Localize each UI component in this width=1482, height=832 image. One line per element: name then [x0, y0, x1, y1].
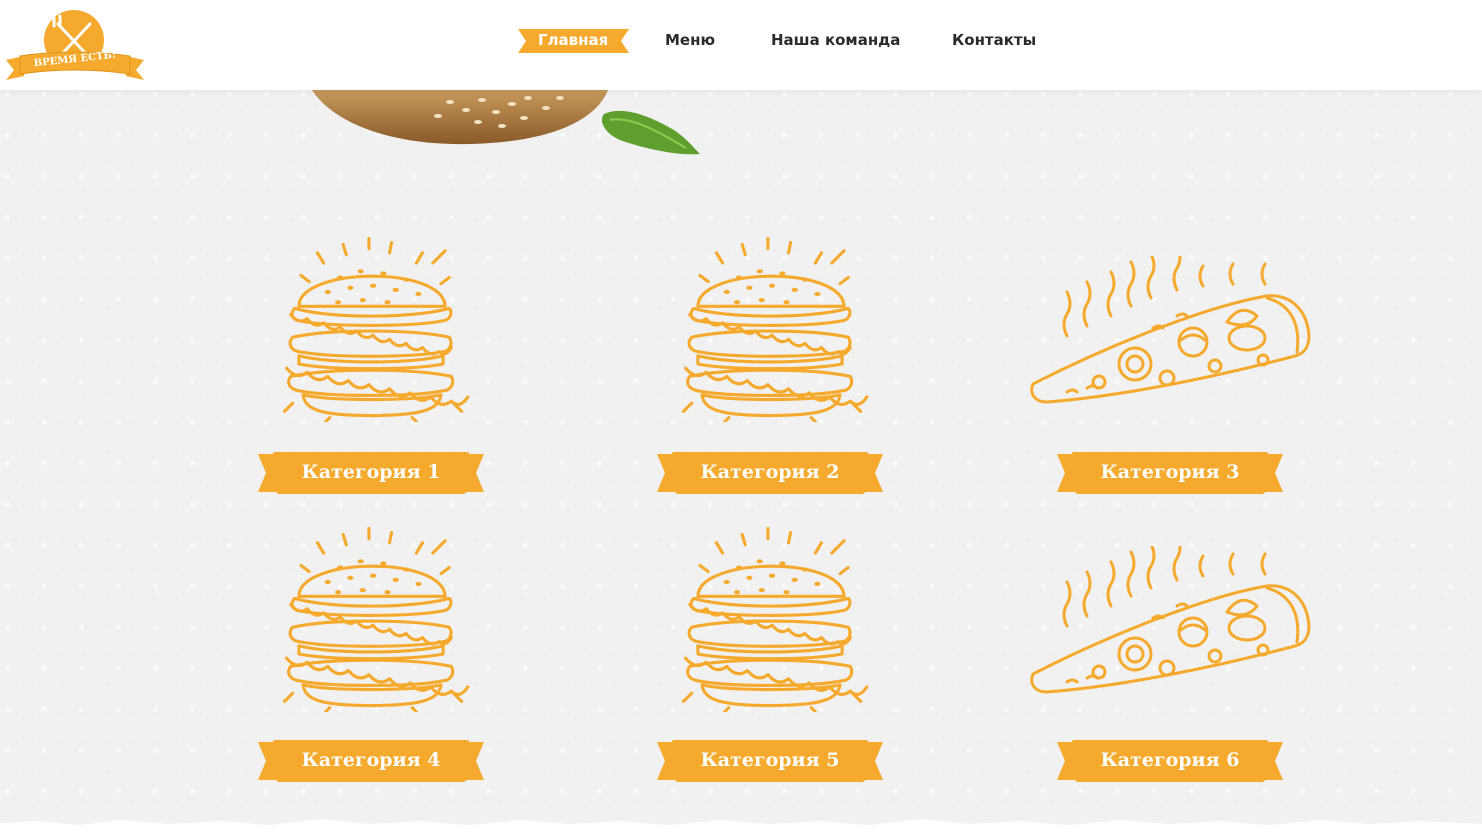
category-label[interactable]: Категория 5: [657, 738, 883, 782]
site-header: ВРЕМЯ ЕСТЬ! Главная Меню Наша команда Ко…: [0, 0, 1482, 90]
burger-icon: [282, 236, 470, 422]
burger-icon: [681, 526, 869, 712]
burger-icon: [282, 526, 470, 712]
category-label[interactable]: Категория 4: [258, 738, 484, 782]
nav-item-label: Наша команда: [771, 31, 901, 49]
nav-item-label: Главная: [538, 31, 609, 49]
nav-item-label: Контакты: [952, 31, 1037, 49]
fork-knife-icon: [6, 10, 144, 80]
pizza-icon: [1030, 546, 1311, 694]
category-label[interactable]: Категория 1: [258, 450, 484, 494]
category-ribbon: Категория 4: [258, 738, 484, 784]
category-ribbon: Категория 3: [1057, 450, 1283, 496]
category-ribbon: Категория 1: [258, 450, 484, 496]
nav-item-menu[interactable]: Меню: [665, 25, 715, 55]
nav-item-home[interactable]: Главная: [518, 25, 629, 55]
nav-item-team[interactable]: Наша команда: [771, 25, 900, 55]
category-label[interactable]: Категория 2: [657, 450, 883, 494]
burger-icon: [681, 236, 869, 422]
hero-burger-image: [312, 90, 700, 155]
category-label[interactable]: Категория 6: [1057, 738, 1283, 782]
category-ribbon: Категория 2: [657, 450, 883, 496]
page: ВРЕМЯ ЕСТЬ! Главная Меню Наша команда Ко…: [0, 0, 1482, 832]
category-ribbon: Категория 5: [657, 738, 883, 784]
category-label[interactable]: Категория 3: [1057, 450, 1283, 494]
category-ribbon: Категория 6: [1057, 738, 1283, 784]
pizza-icon: [1030, 256, 1311, 404]
logo[interactable]: ВРЕМЯ ЕСТЬ!: [2, 4, 148, 88]
nav-item-contacts[interactable]: Контакты: [952, 25, 1036, 55]
torn-paper-edge: [0, 819, 1482, 832]
nav-item-label: Меню: [665, 31, 716, 49]
